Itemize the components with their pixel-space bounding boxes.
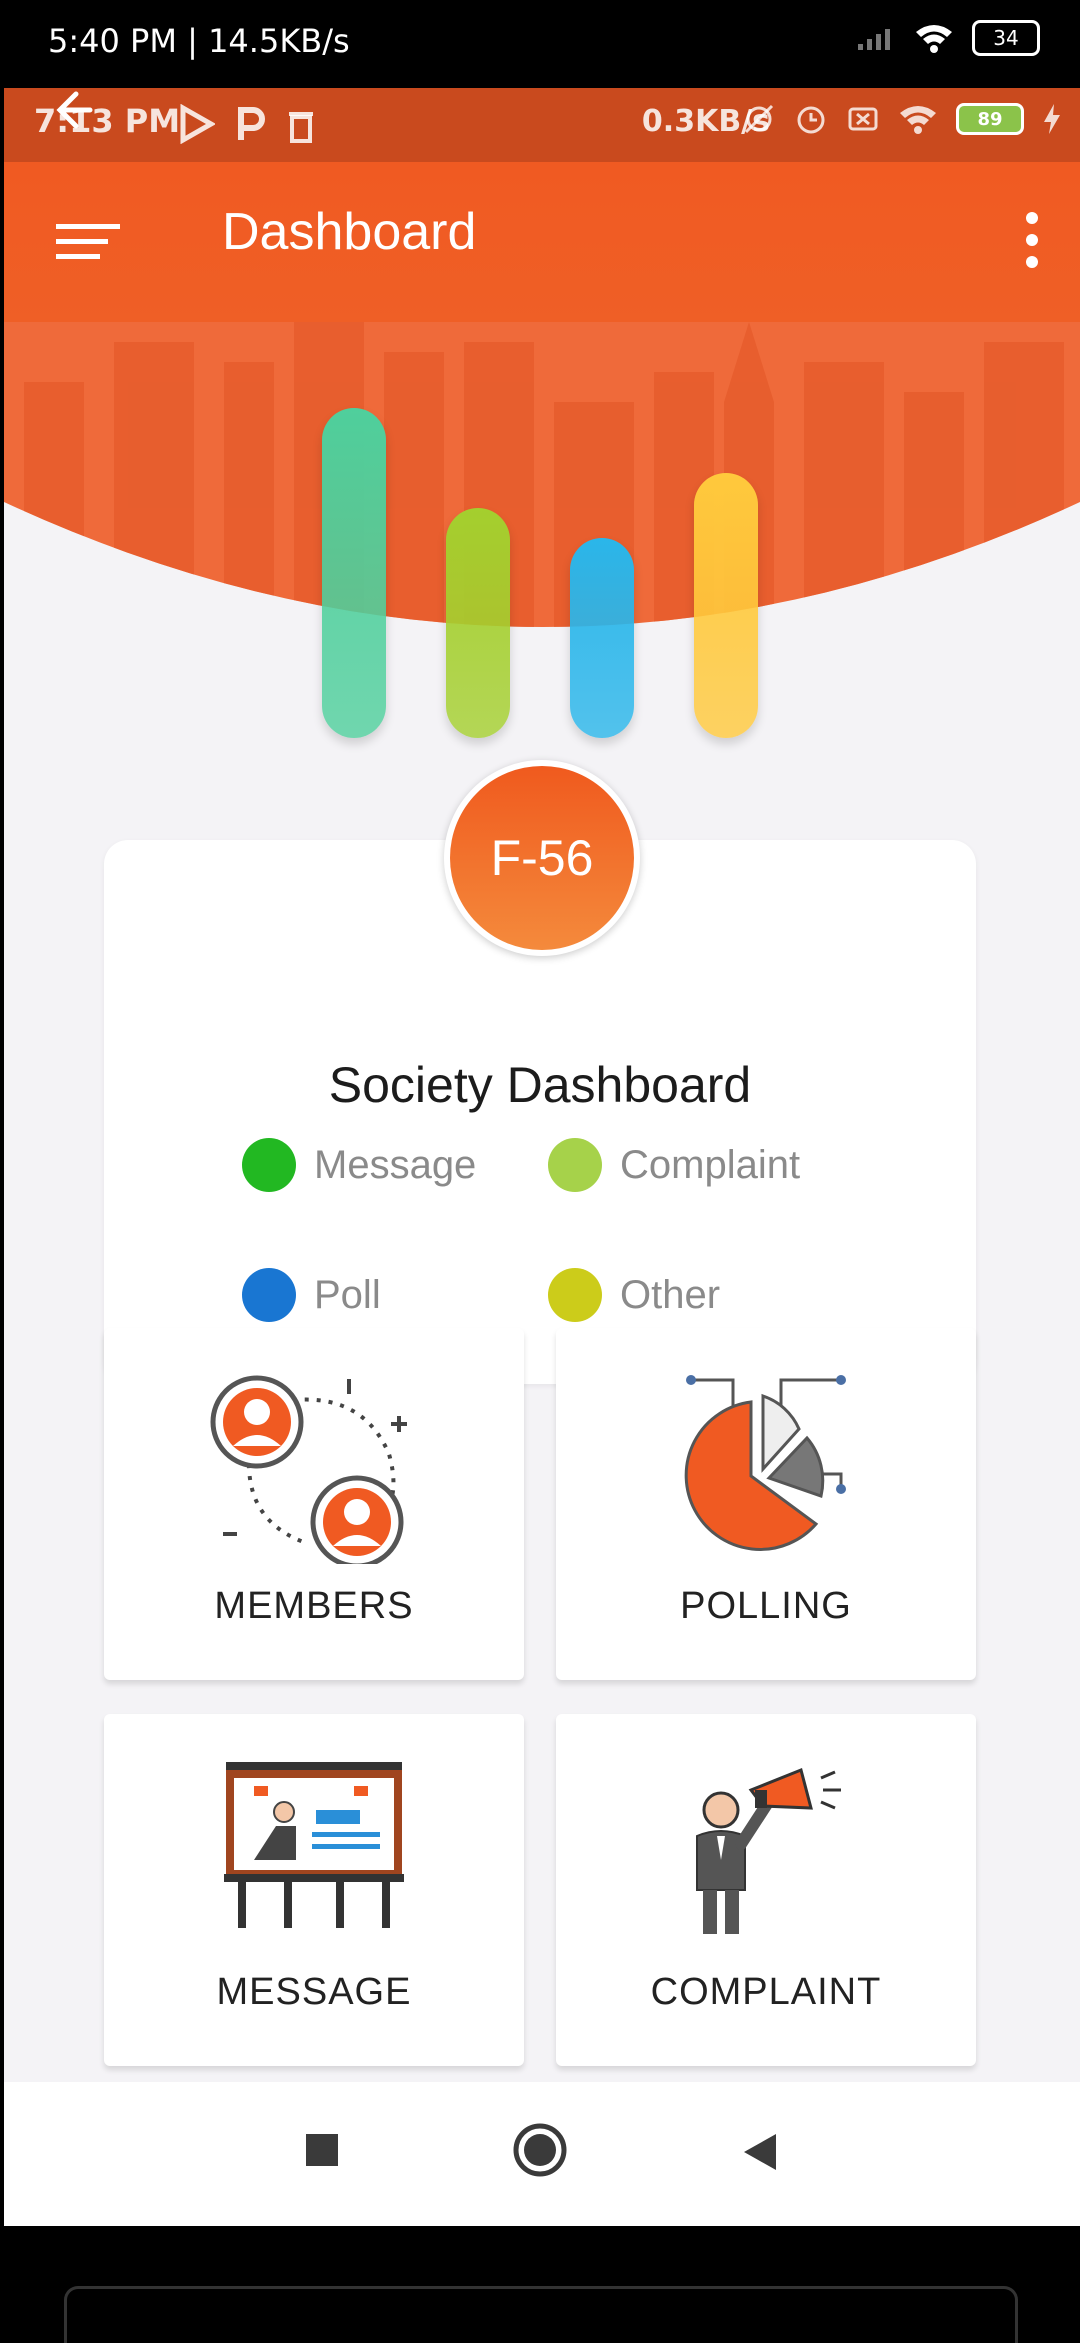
megaphone-icon (696, 1767, 841, 1934)
complaint-label: COMPLAINT (650, 1971, 882, 2013)
legend-other: Other (548, 1268, 720, 1322)
complaint-tile[interactable]: COMPLAINT (556, 1714, 976, 2066)
legend-label-message: Message (314, 1142, 477, 1187)
outer-status-bar: 5:40 PM | 14.5KB/s 34 (0, 0, 1080, 88)
bar-4 (694, 473, 758, 738)
legend-dot-complaint (548, 1138, 602, 1192)
bar-3 (570, 538, 634, 738)
outer-status-icons: 34 (856, 20, 1040, 56)
outer-battery-level: 34 (993, 26, 1019, 50)
back-icon[interactable] (740, 2130, 780, 2174)
app-screen: 7:13 PM 0.3KB/s 89 Dashboard Society Das… (4, 88, 1080, 2226)
legend-complaint: Complaint (548, 1138, 800, 1192)
signal-icon (858, 29, 890, 50)
legend-label-complaint: Complaint (620, 1142, 801, 1187)
outer-status-time: 5:40 PM | 14.5KB/s (48, 22, 350, 60)
notice-board-icon (224, 1762, 404, 1928)
polling-tile[interactable]: POLLING (556, 1328, 976, 1680)
bar-2 (446, 508, 510, 738)
legend-dot-message (242, 1138, 296, 1192)
wifi-icon (916, 25, 952, 53)
legend-dot-poll (242, 1268, 296, 1322)
pie-chart-icon (684, 1375, 846, 1551)
legend-poll: Poll (242, 1268, 381, 1322)
bar-1 (322, 408, 386, 738)
device-frame-outline (64, 2286, 1018, 2343)
message-label: MESSAGE (216, 1971, 412, 2013)
bar-graphic (4, 88, 1080, 848)
battery-icon: 34 (972, 20, 1040, 56)
system-nav-bar (4, 2082, 1080, 2226)
legend-dot-other (548, 1268, 602, 1322)
legend-label-other: Other (620, 1272, 721, 1317)
legend-label-poll: Poll (314, 1272, 381, 1317)
recents-icon[interactable] (302, 2130, 342, 2170)
message-tile[interactable]: MESSAGE (104, 1714, 524, 2066)
card-title: Society Dashboard (328, 1057, 752, 1113)
members-label: MEMBERS (214, 1585, 414, 1627)
flat-number-badge: F-56 (444, 760, 640, 956)
members-tile[interactable]: MEMBERS (104, 1328, 524, 1680)
polling-label: POLLING (680, 1585, 852, 1627)
flat-number: F-56 (490, 830, 594, 886)
home-icon[interactable] (512, 2122, 568, 2178)
members-icon (210, 1375, 407, 1564)
bottom-frame (0, 2226, 1080, 2343)
legend-message: Message (242, 1138, 476, 1192)
